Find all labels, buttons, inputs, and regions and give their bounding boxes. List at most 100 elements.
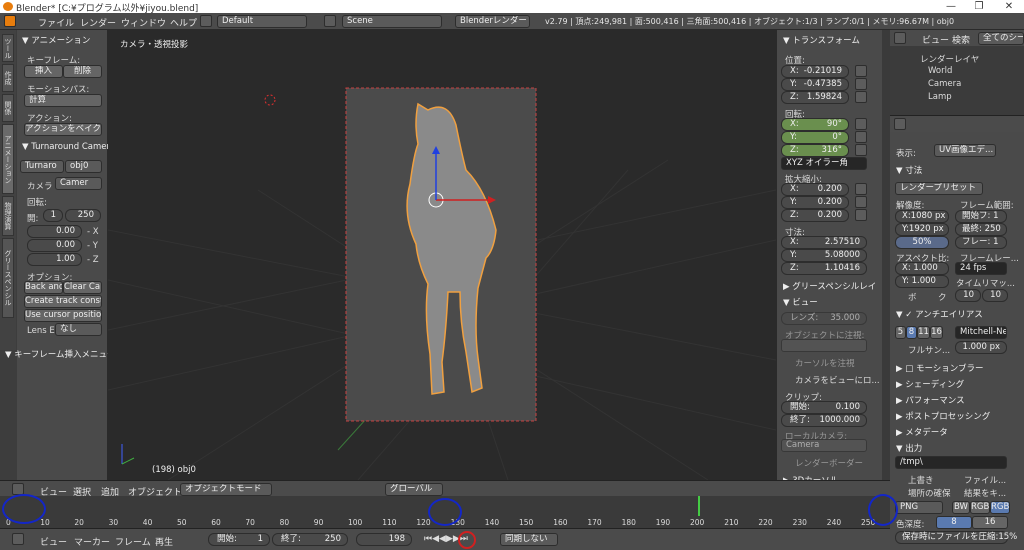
maximize-button[interactable]: ❐ (966, 0, 992, 13)
menu-help[interactable]: ヘルプ (170, 16, 197, 29)
postprocessing-panel-header[interactable]: ▶ ポストプロセッシング (896, 410, 990, 422)
3d-viewport[interactable]: カメラ・透視投影 (198) obj0 (108, 30, 776, 480)
insert-keyframe-button[interactable]: 挿入 (24, 65, 63, 78)
keyframe-insert-menu-header[interactable]: ▼ キーフレーム挿入メニュー (5, 348, 115, 360)
end-frame-field[interactable]: 終了: 250 (272, 533, 348, 546)
fps-select[interactable]: 24 fps (955, 262, 1007, 275)
render-border-checkbox[interactable]: レンダーボーダー (795, 457, 863, 469)
end-frame-field[interactable]: 250 (65, 209, 101, 222)
scale-y-field[interactable]: Y: 0.200 (781, 196, 849, 209)
lock-icon[interactable] (855, 183, 867, 195)
motion-blur-panel-header[interactable]: ▶ □ モーションブラー (896, 362, 984, 374)
location-x-field[interactable]: X: -0.21019 (781, 65, 849, 78)
grease-pencil-panel-header[interactable]: ▶ グリースペンシルレイ (783, 280, 876, 292)
dimension-x-field[interactable]: X: 2.57510 (781, 236, 867, 249)
rotation-z-field[interactable]: Z: 316° (781, 144, 849, 157)
filter-size-field[interactable]: 1.000 px (955, 341, 1007, 354)
color-depth-16[interactable]: 16 (972, 516, 1008, 529)
back-and-forth-button[interactable]: Back and... (24, 281, 63, 294)
transform-panel-header[interactable]: ▼ トランスフォーム (783, 34, 860, 46)
clip-end-field[interactable]: 終了: 1000.000 (781, 414, 867, 427)
resolution-x-field[interactable]: X:1080 px (895, 210, 949, 223)
aa-samples-11[interactable]: 11 (917, 326, 930, 339)
dimension-y-field[interactable]: Y: 5.08000 (781, 249, 867, 262)
lock-icon[interactable] (855, 91, 867, 103)
timeline-editor-icon[interactable] (12, 533, 24, 545)
current-frame-indicator[interactable] (698, 496, 700, 516)
overwrite-checkbox[interactable]: 上書き (908, 474, 934, 486)
minimize-button[interactable]: — (938, 0, 964, 13)
resolution-y-field[interactable]: Y:1920 px (895, 223, 949, 236)
view-panel-header[interactable]: ▼ ビュー (783, 296, 818, 308)
menu-file[interactable]: ファイル (38, 16, 74, 29)
close-button[interactable]: ✕ (996, 0, 1022, 13)
frame-menu[interactable]: フレーム (115, 535, 151, 548)
frame-step-field[interactable]: フレー: 1 (955, 236, 1007, 249)
marker-menu[interactable]: マーカー (74, 535, 110, 548)
file-extensions-checkbox[interactable]: ファイル... (964, 474, 1006, 486)
output-path-field[interactable]: /tmp\ (895, 456, 1007, 469)
aa-samples-16[interactable]: 16 (930, 326, 943, 339)
border-checkbox[interactable]: ボ (908, 291, 917, 303)
scale-z-field[interactable]: Z: 0.200 (781, 209, 849, 222)
aa-samples-8[interactable]: 8 (906, 326, 917, 339)
turnaround-panel-header[interactable]: ▼ Turnaround Camera (22, 142, 115, 152)
sync-select[interactable]: 同期しない (500, 533, 558, 546)
cache-result-checkbox[interactable]: 結果をキ... (964, 487, 1006, 499)
use-cursor-button[interactable]: Use cursor position (24, 309, 102, 322)
tab-relations[interactable]: 関係 (2, 94, 14, 122)
scrollbar[interactable] (882, 30, 890, 480)
render-presets-select[interactable]: レンダープリセット (895, 182, 983, 195)
menu-render[interactable]: レンダー (80, 16, 116, 29)
tab-physics[interactable]: 物理演算 (2, 196, 14, 236)
clip-start-field[interactable]: 開始: 0.100 (781, 401, 867, 414)
antialiasing-panel-header[interactable]: ▼ ✓ アンチエイリアス (896, 308, 983, 320)
properties-editor-icon[interactable] (894, 118, 906, 130)
outliner-item[interactable]: レンダーレイヤ (920, 53, 979, 65)
output-panel-header[interactable]: ▼ 出力 (896, 442, 922, 454)
tab-tools[interactable]: ツール (2, 34, 14, 62)
rotation-x-field[interactable]: X: 90° (781, 118, 849, 131)
outliner-item[interactable]: Lamp (928, 92, 952, 102)
3d-cursor[interactable] (264, 94, 276, 106)
playback-menu[interactable]: 再生 (155, 535, 173, 548)
animation-panel-header[interactable]: ▼ アニメーション (22, 34, 90, 46)
lens-field[interactable]: レンズ: 35.000 (781, 312, 867, 325)
lens-select[interactable]: なし (55, 323, 102, 336)
timeline[interactable]: 0 10 20 30 40 50 60 70 80 90 100 110 120 130 140 150 160… (0, 494, 898, 528)
shading-panel-header[interactable]: ▶ シェーディング (896, 378, 964, 390)
y-value-field[interactable]: 0.00 (27, 239, 82, 252)
lock-icon[interactable] (855, 78, 867, 90)
z-value-field[interactable]: 1.00 (27, 253, 82, 266)
color-depth-8[interactable]: 8 (936, 516, 972, 529)
outliner-item[interactable]: Camera (928, 79, 961, 89)
scale-x-field[interactable]: X: 0.200 (781, 183, 849, 196)
resolution-percentage[interactable]: 50% (895, 236, 949, 249)
aa-samples-5[interactable]: 5 (895, 326, 906, 339)
performance-panel-header[interactable]: ▶ パフォーマンス (896, 394, 965, 406)
lock-cursor-checkbox[interactable]: カーソルを注視 (795, 357, 855, 369)
x-value-field[interactable]: 0.00 (27, 225, 82, 238)
dimension-z-field[interactable]: Z: 1.10416 (781, 262, 867, 275)
aspect-x-field[interactable]: X: 1.000 (895, 262, 949, 275)
lock-icon[interactable] (855, 65, 867, 77)
lock-icon[interactable] (855, 196, 867, 208)
start-frame-field[interactable]: 開始: 1 (208, 533, 270, 546)
layout-select[interactable]: Default (217, 15, 307, 28)
aspect-y-field[interactable]: Y: 1.000 (895, 275, 949, 288)
timeline-view-menu[interactable]: ビュー (40, 535, 67, 548)
location-y-field[interactable]: Y: -0.47385 (781, 78, 849, 91)
rotation-mode-select[interactable]: XYZ オイラー角 (781, 157, 867, 170)
scene-icon[interactable] (324, 15, 336, 27)
tab-grease-pencil[interactable]: グリースペンシル (2, 238, 14, 318)
delete-keyframe-button[interactable]: 削除 (63, 65, 102, 78)
tab-create[interactable]: 作成 (2, 64, 14, 92)
mode-select[interactable]: オブジェクトモード (180, 483, 272, 496)
rotation-y-field[interactable]: Y: 0° (781, 131, 849, 144)
lock-icon[interactable] (855, 209, 867, 221)
color-mode-bw[interactable]: BW (952, 501, 970, 514)
color-mode-rgb[interactable]: RGB (970, 501, 990, 514)
lock-icon[interactable] (855, 144, 867, 156)
turnaround-object-field[interactable]: Turnaro (20, 160, 64, 173)
remap-new-field[interactable]: 10 (982, 289, 1008, 302)
